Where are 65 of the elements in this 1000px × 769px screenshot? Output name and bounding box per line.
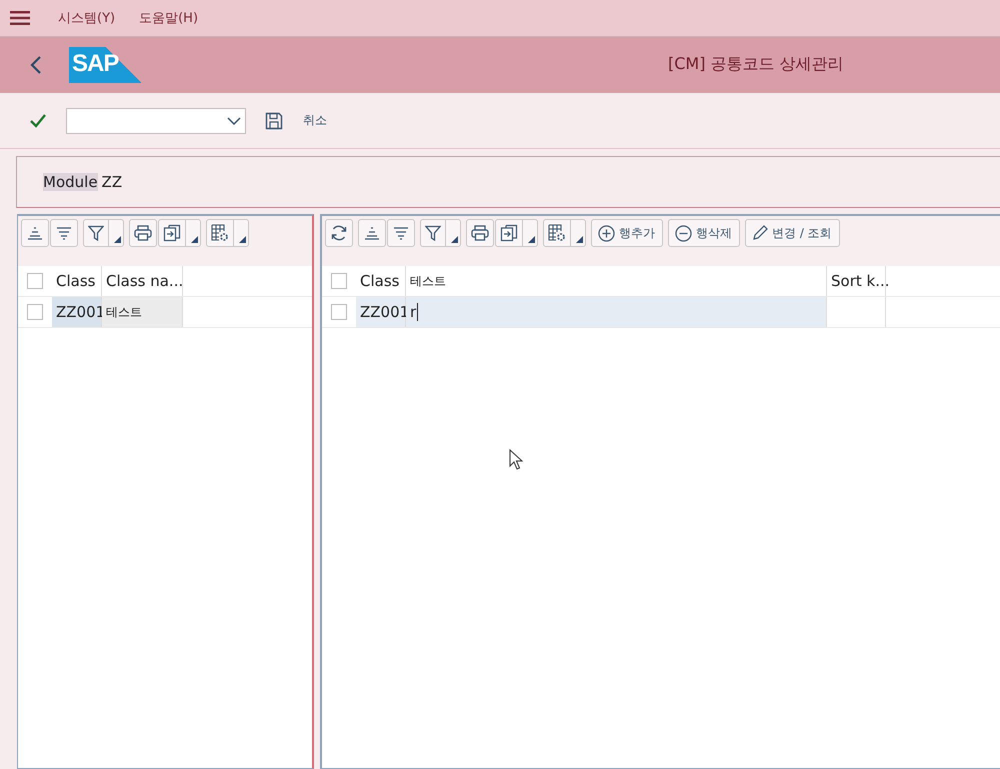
sort-ascending-icon — [364, 226, 380, 240]
toolbar-button[interactable]: 변경 / 조회 — [745, 219, 840, 247]
toolbar-icon-button[interactable] — [387, 219, 415, 247]
layout-settings-icon — [211, 224, 229, 242]
toolbar-icon-button[interactable] — [543, 219, 586, 247]
mouse-cursor-icon — [509, 449, 523, 471]
filter-icon — [425, 225, 441, 241]
module-value: ZZ — [102, 173, 122, 191]
back-icon[interactable] — [30, 55, 42, 75]
command-field[interactable] — [66, 108, 246, 134]
refresh-icon — [330, 224, 348, 242]
dropdown-icon — [114, 236, 121, 243]
dropdown-icon — [576, 236, 583, 243]
pencil-icon — [752, 225, 768, 241]
column-header[interactable]: Sort k... — [827, 266, 886, 296]
dropdown-icon — [239, 236, 246, 243]
row-checkbox[interactable] — [331, 304, 347, 320]
sort-ascending-icon — [27, 226, 43, 240]
toolbar-icon-button[interactable] — [158, 219, 201, 247]
save-icon[interactable] — [265, 112, 283, 130]
export-icon — [500, 224, 518, 242]
table-cell: 테스트 — [102, 297, 183, 327]
chevron-icon[interactable] — [227, 116, 241, 124]
dropdown-icon — [191, 236, 198, 243]
table-cell: ZZ001 — [356, 297, 406, 327]
row-checkbox[interactable] — [27, 304, 43, 320]
window-title: [CM] 공통코드 상세관리 — [668, 54, 844, 75]
toolbar-icon-button[interactable] — [206, 219, 249, 247]
dropdown-icon — [528, 236, 535, 243]
select-all-checkbox[interactable] — [27, 273, 43, 289]
toolbar-icon-button[interactable] — [358, 219, 386, 247]
print-icon — [471, 225, 489, 241]
toolbar-icon-button[interactable] — [129, 219, 157, 247]
filter-icon — [88, 225, 104, 241]
check-icon[interactable] — [29, 112, 47, 128]
toolbar-button[interactable]: 행추가 — [591, 219, 663, 247]
column-header[interactable]: Class — [356, 266, 406, 296]
sort-descending-icon — [56, 226, 72, 240]
remove-icon — [675, 224, 692, 242]
print-icon — [134, 225, 152, 241]
menu-item[interactable]: 시스템(Y) — [58, 9, 116, 27]
menu-icon[interactable] — [10, 11, 30, 25]
table-cell: ZZ001 — [52, 297, 102, 327]
column-header[interactable]: Class na... — [102, 266, 183, 296]
toolbar-icon-button[interactable] — [83, 219, 124, 247]
module-label: Module — [43, 173, 98, 191]
toolbar-icon-button[interactable] — [325, 219, 353, 247]
toolbar-icon-button[interactable] — [21, 219, 49, 247]
cancel-button[interactable]: 취소 — [299, 110, 331, 131]
toolbar-icon-button[interactable] — [420, 219, 461, 247]
toolbar-icon-button[interactable] — [466, 219, 494, 247]
add-icon — [598, 224, 615, 242]
toolbar-button[interactable]: 행삭제 — [668, 219, 740, 247]
layout-settings-icon — [548, 224, 566, 242]
column-header[interactable]: 테스트 — [406, 266, 827, 296]
toolbar-icon-button[interactable] — [495, 219, 538, 247]
logo: SAP — [69, 47, 141, 83]
toolbar-icon-button[interactable] — [50, 219, 78, 247]
sort-descending-icon — [393, 226, 409, 240]
export-icon — [163, 224, 181, 242]
dropdown-icon — [451, 236, 458, 243]
select-all-checkbox[interactable] — [331, 273, 347, 289]
column-header[interactable]: Class — [52, 266, 102, 296]
cell-input[interactable]: r — [406, 297, 827, 327]
menu-item[interactable]: 도움말(H) — [139, 9, 198, 27]
